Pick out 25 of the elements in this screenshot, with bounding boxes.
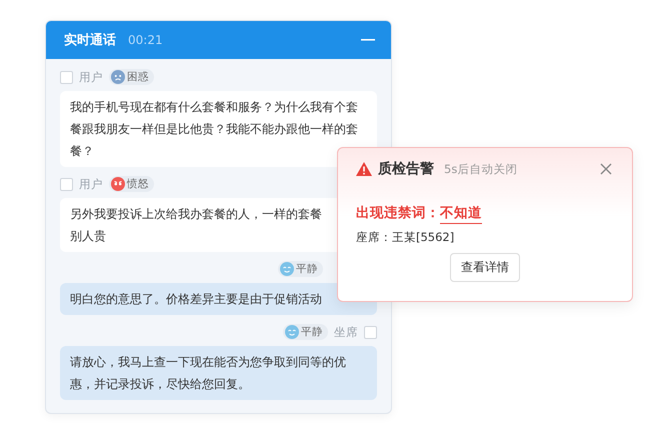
message-text: 明白您的意思了。价格差异主要是由于促销活动 [70,291,323,308]
auto-close-note: 5s后自动关闭 [444,162,518,176]
message-text: 另外我要投诉上次给我办套餐的人，一样的套餐 [70,206,322,223]
alert-title: 质检告警 [378,160,434,178]
checkbox[interactable] [60,178,73,190]
checkbox[interactable] [364,326,377,338]
speaker-label: 坐席 [334,324,358,340]
message-text: 我的手机号现在都有什么套餐和服务？为什么我有个套餐跟我朋友一样但是比他贵？我能不能办跟他一样的套餐？ [70,99,359,160]
warning-icon [356,162,372,176]
emotion-tag: 愤怒 [109,176,154,192]
speaker-label: 用户 [79,176,103,192]
message-text: 请放心，我马上查一下现在能否为您争取到同等的优惠，并记录投诉，尽快给您回复。 [70,354,347,393]
violation-label: 出现违禁词： [356,204,440,222]
seat-info: 座席：王某[5562] [356,230,456,245]
view-details-button[interactable]: 查看详情 [450,253,520,282]
emotion-tag: 平静 [278,261,323,277]
panel-title: 实时通话 [64,32,116,49]
checkbox[interactable] [60,70,73,84]
emotion-tag: 困惑 [109,69,154,85]
call-timer: 00:21 [128,33,163,47]
speaker-label: 用户 [79,70,103,84]
close-icon[interactable] [600,163,612,175]
message-text: 别人贵 [70,228,106,245]
violation-keyword: 不知道 [440,204,482,224]
emotion-tag: 平静 [283,324,328,340]
